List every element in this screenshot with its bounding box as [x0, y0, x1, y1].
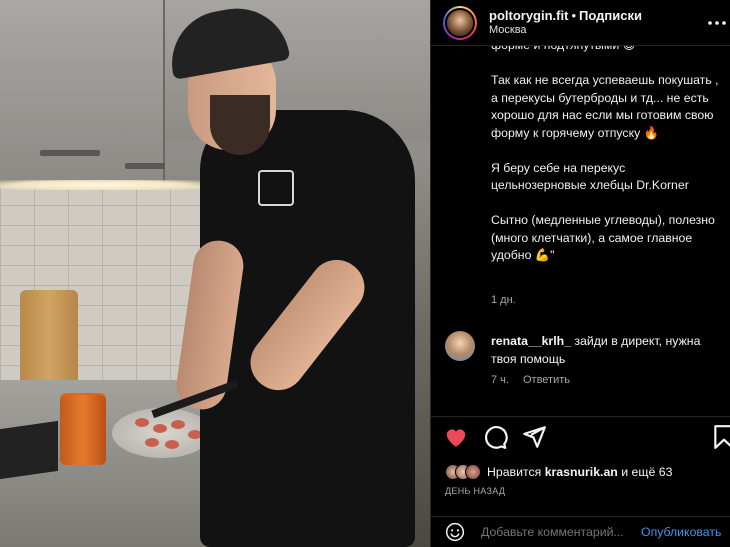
- food-slice: [153, 424, 167, 433]
- shirt-print: [258, 170, 294, 206]
- post-date[interactable]: ДЕНЬ НАЗАД: [445, 486, 505, 496]
- likes-prefix: Нравится: [487, 465, 542, 479]
- food-slice: [165, 440, 179, 449]
- likes-row: Нравится krasnurik.an и ещё 63: [445, 463, 672, 481]
- bookmark-icon[interactable]: [711, 424, 730, 450]
- caption-paragraph: Так как не всегда успеваешь покушать , а…: [491, 73, 719, 140]
- cabinet-handle: [40, 150, 100, 156]
- kitchen-cabinet: [0, 0, 165, 185]
- liker-username[interactable]: krasnurik.an: [545, 465, 618, 479]
- food-slice: [145, 438, 159, 447]
- comment-time[interactable]: 7 ч.: [491, 374, 509, 386]
- comments-scroll-area[interactable]: форме и подтянутыми 😉 Так как не всегда …: [431, 46, 730, 416]
- author-username[interactable]: poltorygin.fit: [489, 8, 568, 23]
- cabinet-light: [0, 180, 200, 190]
- following-button[interactable]: Подписки: [579, 8, 642, 23]
- caption-paragraph: форме и подтянутыми 😉: [491, 46, 723, 55]
- post-caption: форме и подтянутыми 😉 Так как не всегда …: [491, 46, 723, 282]
- stove: [0, 420, 58, 480]
- food-slice: [135, 418, 149, 427]
- post-location[interactable]: Москва: [489, 23, 642, 38]
- more-horizontal-icon[interactable]: [707, 14, 727, 32]
- cabinet-handle: [125, 163, 165, 169]
- caption-paragraph: Сытно (медленные углеводы), полезно (мно…: [491, 213, 715, 262]
- caption-timestamp[interactable]: 1 дн.: [491, 294, 516, 306]
- post-actions: [431, 416, 730, 456]
- avatar-image: [445, 7, 475, 38]
- commenter-avatar[interactable]: [445, 331, 475, 361]
- commenter-username[interactable]: renata__krlh_: [491, 334, 571, 348]
- post-header: poltorygin.fit • Подписки Москва: [431, 0, 730, 46]
- liker-avatar: [465, 464, 481, 480]
- post-side-panel: poltorygin.fit•Подписки Москва форме и п…: [430, 0, 730, 547]
- heart-filled-icon[interactable]: [443, 424, 469, 450]
- send-icon[interactable]: [521, 424, 547, 450]
- post-photo[interactable]: [0, 0, 430, 547]
- publish-button[interactable]: Опубликовать: [641, 525, 721, 539]
- food-slice: [171, 420, 185, 429]
- comment-meta: 7 ч. Ответить: [491, 374, 584, 386]
- comment-input[interactable]: [481, 525, 631, 539]
- emoji-icon[interactable]: [445, 522, 465, 542]
- separator-dot: •: [571, 7, 576, 23]
- caption-paragraph: Я беру себе на перекус цельнозерновые хл…: [491, 160, 689, 193]
- comment-icon[interactable]: [482, 424, 508, 450]
- reply-button[interactable]: Ответить: [523, 374, 570, 386]
- jar: [60, 395, 106, 465]
- likes-suffix[interactable]: и ещё 63: [621, 465, 672, 479]
- header-text: poltorygin.fit • Подписки Москва: [489, 8, 642, 38]
- person-beard: [210, 95, 270, 155]
- comment-body: renata__krlh_ зайди в директ, нужна твоя…: [491, 333, 721, 368]
- likes-text[interactable]: Нравится krasnurik.an и ещё 63: [487, 465, 672, 479]
- author-avatar[interactable]: [443, 5, 477, 40]
- add-comment-bar: Опубликовать: [431, 516, 730, 547]
